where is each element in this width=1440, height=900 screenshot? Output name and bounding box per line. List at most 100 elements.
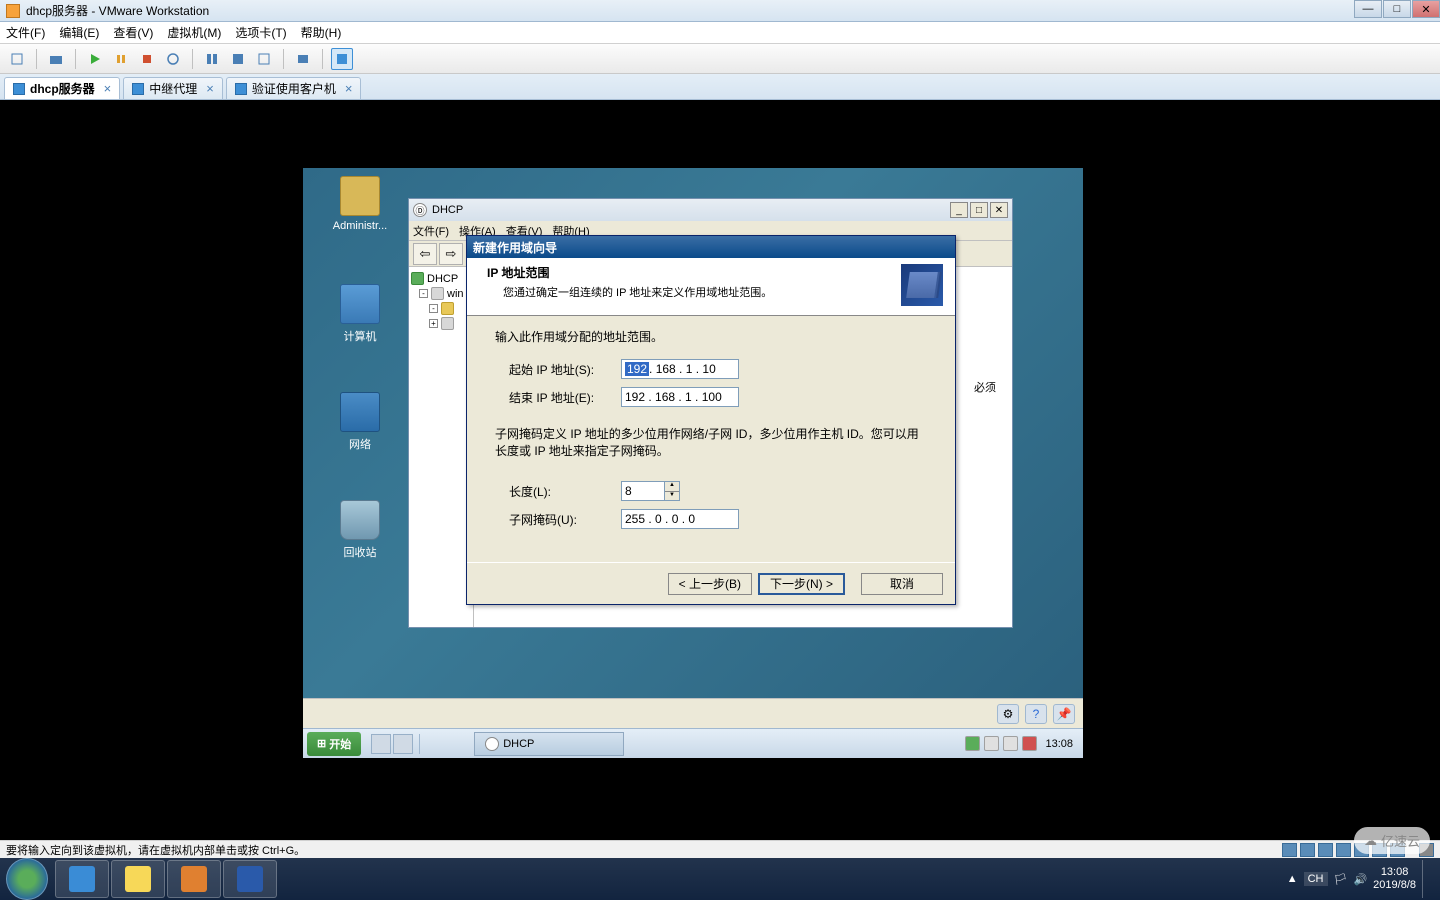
tb-suspend-icon[interactable] bbox=[110, 48, 132, 70]
start-ip-rest: . 168 . 1 . 10 bbox=[649, 362, 716, 376]
tb-library-icon[interactable] bbox=[6, 48, 28, 70]
host-task-vmware[interactable] bbox=[167, 860, 221, 898]
desktop-icon-label: 计算机 bbox=[321, 328, 399, 344]
tb-poweron-icon[interactable] bbox=[84, 48, 106, 70]
dev-usb-icon[interactable] bbox=[1336, 843, 1351, 857]
wizard-titlebar[interactable]: 新建作用域向导 bbox=[467, 236, 955, 258]
mmc-maximize-button[interactable]: □ bbox=[970, 202, 988, 218]
nav-back-icon[interactable]: ⇦ bbox=[413, 243, 437, 265]
tray-power-icon[interactable] bbox=[1022, 736, 1037, 751]
tree-scope[interactable]: - bbox=[411, 301, 471, 316]
menu-view[interactable]: 查看(V) bbox=[113, 24, 153, 41]
collapse-icon[interactable]: - bbox=[419, 289, 428, 298]
tree-options[interactable]: + bbox=[411, 316, 471, 331]
tb-unity-icon[interactable] bbox=[292, 48, 314, 70]
desktop-icon-admin[interactable]: Administr... bbox=[321, 176, 399, 232]
host-task-explorer[interactable] bbox=[111, 860, 165, 898]
mmc-close-button[interactable]: ✕ bbox=[990, 202, 1008, 218]
length-input[interactable] bbox=[621, 481, 665, 501]
host-task-word[interactable] bbox=[223, 860, 277, 898]
mmc-titlebar[interactable]: Ⓓ DHCP _ □ ✕ bbox=[409, 199, 1012, 221]
desktop-icon-network[interactable]: 网络 bbox=[321, 392, 399, 452]
dhcp-icon bbox=[485, 737, 499, 751]
info-help-icon[interactable]: ? bbox=[1025, 704, 1047, 724]
tb-view1-icon[interactable] bbox=[201, 48, 223, 70]
start-ip-input[interactable]: 192 . 168 . 1 . 10 bbox=[621, 359, 739, 379]
next-button[interactable]: 下一步(N) > bbox=[758, 573, 845, 595]
ql-desktop-icon[interactable] bbox=[371, 734, 391, 754]
guest-clock[interactable]: 13:08 bbox=[1041, 738, 1077, 750]
vm-tab-relay[interactable]: 中继代理 × bbox=[123, 77, 223, 99]
info-devices-icon[interactable]: ⚙ bbox=[997, 704, 1019, 724]
tab-close-icon[interactable]: × bbox=[345, 81, 353, 96]
menu-tabs[interactable]: 选项卡(T) bbox=[235, 24, 286, 41]
vm-tab-client[interactable]: 验证使用客户机 × bbox=[226, 77, 362, 99]
tray-network-icon[interactable] bbox=[984, 736, 999, 751]
tray-sound-icon[interactable]: 🔊 bbox=[1353, 873, 1367, 886]
dev-hdd-icon[interactable] bbox=[1282, 843, 1297, 857]
nav-fwd-icon[interactable]: ⇨ bbox=[439, 243, 463, 265]
subnet-mask-input[interactable]: 255 . 0 . 0 . 0 bbox=[621, 509, 739, 529]
tb-view2-icon[interactable] bbox=[227, 48, 249, 70]
menu-file[interactable]: 文件(F) bbox=[6, 24, 45, 41]
show-desktop-button[interactable] bbox=[1422, 860, 1432, 898]
vm-tab-dhcp[interactable]: dhcp服务器 × bbox=[4, 77, 120, 99]
host-task-ie[interactable] bbox=[55, 860, 109, 898]
minimize-button[interactable]: — bbox=[1354, 0, 1382, 18]
host-clock-date[interactable]: 2019/8/8 bbox=[1373, 879, 1416, 892]
tab-close-icon[interactable]: × bbox=[206, 81, 214, 96]
dev-net-icon[interactable] bbox=[1318, 843, 1333, 857]
vmware-menubar: 文件(F) 编辑(E) 查看(V) 虚拟机(M) 选项卡(T) 帮助(H) bbox=[0, 22, 1440, 44]
tb-reset-icon[interactable] bbox=[162, 48, 184, 70]
vmware-statusbar: 要将输入定向到该虚拟机，请在虚拟机内部单击或按 Ctrl+G。 bbox=[0, 840, 1440, 858]
host-start-button[interactable] bbox=[6, 858, 48, 900]
vm-tab-label: 验证使用客户机 bbox=[252, 80, 336, 97]
menu-help[interactable]: 帮助(H) bbox=[301, 24, 342, 41]
cancel-button[interactable]: 取消 bbox=[861, 573, 943, 595]
close-button[interactable]: ✕ bbox=[1412, 0, 1440, 18]
tray-sound-icon[interactable] bbox=[1003, 736, 1018, 751]
host-clock-time[interactable]: 13:08 bbox=[1373, 866, 1416, 879]
guest-start-button[interactable]: ⊞ 开始 bbox=[307, 732, 361, 756]
desktop-icon-recyclebin[interactable]: 回收站 bbox=[321, 500, 399, 560]
mmc-tree[interactable]: DHCP - win - + bbox=[409, 267, 474, 627]
label-length: 长度(L): bbox=[509, 483, 621, 500]
tb-snapshot-icon[interactable] bbox=[45, 48, 67, 70]
separator bbox=[283, 49, 284, 69]
expand-icon[interactable]: + bbox=[429, 319, 438, 328]
host-taskbar: ▲ CH 🏳 🔊 13:08 2019/8/8 bbox=[0, 858, 1440, 900]
guest-desktop[interactable]: Administr... 计算机 网络 回收站 Ⓓ DHCP _ □ ✕ bbox=[303, 168, 1083, 758]
tab-close-icon[interactable]: × bbox=[104, 81, 112, 96]
tb-poweroff-icon[interactable] bbox=[136, 48, 158, 70]
end-ip-input[interactable]: 192 . 168 . 1 . 100 bbox=[621, 387, 739, 407]
menu-edit[interactable]: 编辑(E) bbox=[59, 24, 99, 41]
menu-vm[interactable]: 虚拟机(M) bbox=[167, 24, 221, 41]
dev-cd-icon[interactable] bbox=[1300, 843, 1315, 857]
mmc-minimize-button[interactable]: _ bbox=[950, 202, 968, 218]
tree-label: DHCP bbox=[427, 273, 458, 285]
tray-security-icon[interactable] bbox=[965, 736, 980, 751]
tray-expand-icon[interactable]: ▲ bbox=[1287, 873, 1298, 885]
info-pin-icon[interactable]: 📌 bbox=[1053, 704, 1075, 724]
vm-tab-label: 中继代理 bbox=[149, 80, 197, 97]
taskbar-item-label: DHCP bbox=[503, 738, 534, 750]
status-hint: 要将输入定向到该虚拟机，请在虚拟机内部单击或按 Ctrl+G。 bbox=[6, 842, 305, 858]
maximize-button[interactable]: □ bbox=[1383, 0, 1411, 18]
tray-ime[interactable]: CH bbox=[1304, 872, 1328, 886]
tb-view3-icon[interactable] bbox=[253, 48, 275, 70]
collapse-icon[interactable]: - bbox=[429, 304, 438, 313]
tree-root-dhcp[interactable]: DHCP bbox=[411, 271, 471, 286]
start-label: 开始 bbox=[329, 736, 351, 752]
ql-explorer-icon[interactable] bbox=[393, 734, 413, 754]
tray-flag-icon[interactable]: 🏳 bbox=[1334, 873, 1348, 886]
new-scope-wizard[interactable]: 新建作用域向导 IP 地址范围 您通过确定一组连续的 IP 地址来定义作用域地址… bbox=[466, 235, 956, 605]
back-button[interactable]: < 上一步(B) bbox=[668, 573, 752, 595]
spinner-up-icon[interactable]: ▲ bbox=[665, 482, 679, 492]
length-spinner[interactable]: ▲▼ bbox=[665, 481, 680, 501]
tree-server[interactable]: - win bbox=[411, 286, 471, 301]
taskbar-item-dhcp[interactable]: DHCP bbox=[474, 732, 624, 756]
tb-fullscreen-icon[interactable] bbox=[331, 48, 353, 70]
desktop-icon-computer[interactable]: 计算机 bbox=[321, 284, 399, 344]
spinner-down-icon[interactable]: ▼ bbox=[665, 492, 679, 501]
mmc-menu-file[interactable]: 文件(F) bbox=[413, 223, 449, 239]
